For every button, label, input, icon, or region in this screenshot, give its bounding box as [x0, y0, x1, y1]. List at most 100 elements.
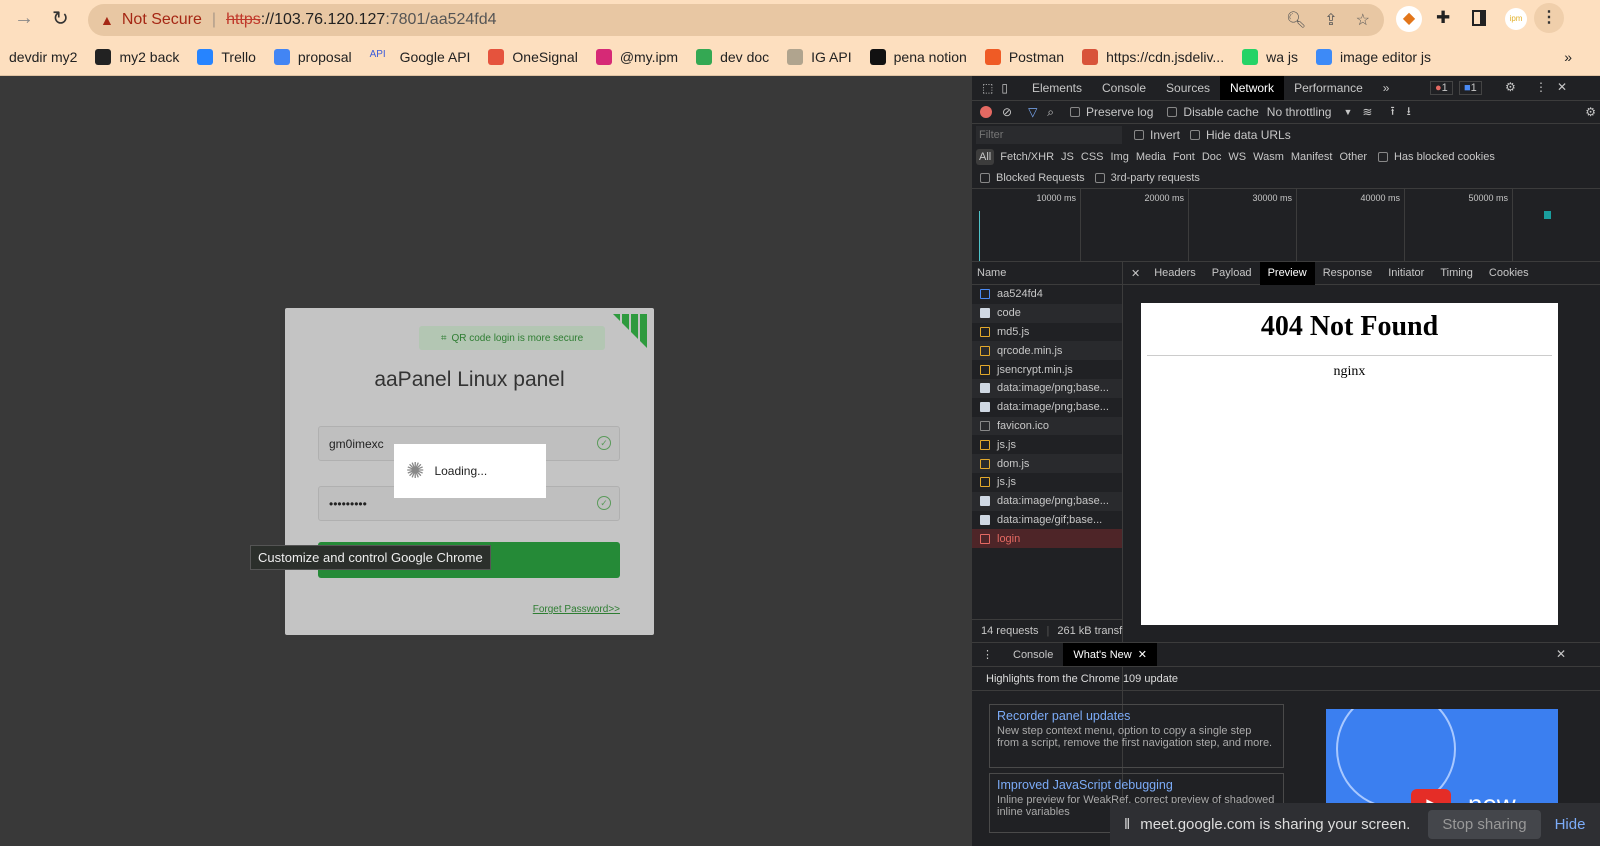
close-detail-icon[interactable]: ✕: [1131, 267, 1140, 280]
bookmark-item[interactable]: Trello: [197, 48, 256, 65]
drawer-menu-icon[interactable]: ⋮: [982, 648, 993, 661]
filter-input[interactable]: [976, 126, 1122, 144]
devtools-tab-5[interactable]: »: [1373, 76, 1400, 100]
type-filter-wasm[interactable]: Wasm: [1253, 151, 1284, 163]
error-count[interactable]: ●1: [1430, 81, 1453, 95]
message-count[interactable]: ■1: [1459, 81, 1482, 95]
detail-tab-cookies[interactable]: Cookies: [1481, 262, 1537, 285]
type-filter-fetch-xhr[interactable]: Fetch/XHR: [1000, 151, 1054, 163]
devtools-tab-0[interactable]: Elements: [1022, 76, 1092, 100]
metamask-extension-icon[interactable]: ◆: [1396, 6, 1422, 32]
disable-cache-checkbox[interactable]: [1167, 107, 1178, 117]
devtools-tab-2[interactable]: Sources: [1156, 76, 1220, 100]
more-icon[interactable]: ⋮: [1535, 80, 1547, 94]
bookmark-item[interactable]: IG API: [787, 48, 852, 65]
detail-tab-timing[interactable]: Timing: [1432, 262, 1481, 285]
type-filter-img[interactable]: Img: [1111, 151, 1129, 163]
export-har-icon[interactable]: ⭳: [1407, 102, 1411, 123]
card-title[interactable]: Improved JavaScript debugging: [997, 778, 1276, 792]
request-row[interactable]: login: [972, 529, 1122, 549]
type-filter-css[interactable]: CSS: [1081, 151, 1104, 163]
request-row[interactable]: data:image/png;base...: [972, 491, 1122, 511]
request-row[interactable]: data:image/png;base...: [972, 378, 1122, 398]
more-bookmarks-icon[interactable]: »: [1564, 49, 1572, 65]
bookmark-item[interactable]: https://cdn.jsdeliv...: [1082, 48, 1224, 65]
request-row[interactable]: md5.js: [972, 323, 1122, 342]
detail-tab-payload[interactable]: Payload: [1204, 262, 1260, 285]
request-row[interactable]: js.js: [972, 435, 1122, 454]
network-conditions-icon[interactable]: ≋: [1362, 105, 1372, 119]
search-icon[interactable]: ⌕: [1047, 105, 1054, 120]
bookmark-item[interactable]: devdir my2: [9, 49, 77, 65]
detail-tab-headers[interactable]: Headers: [1146, 262, 1204, 285]
stop-sharing-button[interactable]: Stop sharing: [1428, 810, 1541, 839]
profile-avatar[interactable]: ipm: [1505, 8, 1527, 30]
bookmark-item[interactable]: image editor js: [1315, 48, 1431, 65]
inspect-icon[interactable]: ⬚: [982, 81, 993, 95]
devtools-tab-4[interactable]: Performance: [1284, 76, 1373, 100]
has-blocked-cookies-checkbox[interactable]: [1377, 152, 1388, 162]
menu-kebab-icon[interactable]: ⋮: [1534, 3, 1564, 33]
type-filter-all[interactable]: All: [976, 149, 995, 165]
hide-button[interactable]: Hide: [1555, 816, 1586, 833]
type-filter-doc[interactable]: Doc: [1202, 151, 1222, 163]
request-row[interactable]: aa524fd4: [972, 285, 1122, 304]
request-row[interactable]: data:image/png;base...: [972, 398, 1122, 417]
qr-code-icon[interactable]: [613, 314, 649, 350]
filter-icon[interactable]: ▽: [1028, 105, 1037, 119]
bookmark-item[interactable]: wa js: [1242, 48, 1298, 65]
throttling-select[interactable]: No throttling: [1267, 105, 1332, 119]
import-har-icon[interactable]: ⭱: [1390, 102, 1394, 123]
type-filter-manifest[interactable]: Manifest: [1291, 151, 1333, 163]
type-filter-js[interactable]: JS: [1061, 151, 1074, 163]
request-row[interactable]: qrcode.min.js: [972, 341, 1122, 361]
type-filter-other[interactable]: Other: [1339, 151, 1367, 163]
reload-icon[interactable]: ↻: [52, 6, 69, 31]
record-icon[interactable]: [980, 106, 992, 118]
settings-icon[interactable]: ⚙: [1505, 80, 1516, 94]
card-title[interactable]: Recorder panel updates: [997, 709, 1276, 723]
devtools-tab-3[interactable]: Network: [1220, 76, 1285, 100]
share-icon[interactable]: ⇪: [1324, 10, 1337, 30]
bookmark-star-icon[interactable]: ☆: [1356, 10, 1370, 30]
preserve-log-checkbox[interactable]: [1070, 107, 1081, 117]
request-row[interactable]: jsencrypt.min.js: [972, 360, 1122, 379]
drawer-tab-1[interactable]: What's New ✕: [1063, 643, 1157, 666]
request-row[interactable]: code: [972, 303, 1122, 323]
request-row[interactable]: dom.js: [972, 454, 1122, 473]
bookmark-item[interactable]: dev doc: [696, 48, 769, 65]
devtools-tab-1[interactable]: Console: [1092, 76, 1156, 100]
type-filter-media[interactable]: Media: [1136, 151, 1166, 163]
close-tab-icon[interactable]: ✕: [1138, 648, 1147, 661]
blocked-requests-checkbox[interactable]: [980, 173, 990, 183]
type-filter-ws[interactable]: WS: [1228, 151, 1246, 163]
detail-tab-response[interactable]: Response: [1315, 262, 1381, 285]
side-panel-icon[interactable]: [1472, 10, 1486, 26]
forgot-password-link[interactable]: Forget Password>>: [533, 604, 620, 615]
detail-tab-preview[interactable]: Preview: [1259, 261, 1315, 285]
bookmark-item[interactable]: Postman: [984, 48, 1064, 65]
bookmark-item[interactable]: @my.ipm: [595, 48, 678, 65]
whats-new-card[interactable]: Recorder panel updates New step context m…: [989, 704, 1284, 768]
request-row[interactable]: data:image/gif;base...: [972, 511, 1122, 530]
bookmark-item[interactable]: API Google API: [370, 49, 471, 65]
close-devtools-icon[interactable]: ✕: [1557, 80, 1567, 94]
zoom-icon[interactable]: 🔍︎: [1286, 10, 1306, 30]
bookmark-item[interactable]: my2 back: [95, 48, 179, 65]
bookmark-item[interactable]: proposal: [273, 48, 352, 65]
hide-data-urls-checkbox[interactable]: [1190, 130, 1201, 140]
request-row[interactable]: js.js: [972, 473, 1122, 492]
request-row[interactable]: favicon.ico: [972, 416, 1122, 436]
extensions-icon[interactable]: ✚: [1436, 8, 1450, 28]
forward-icon[interactable]: →: [14, 7, 34, 30]
type-filter-font[interactable]: Font: [1173, 151, 1195, 163]
drawer-tab-0[interactable]: Console: [1003, 643, 1063, 666]
invert-checkbox[interactable]: [1134, 130, 1144, 140]
name-column-header[interactable]: Name: [972, 262, 1122, 285]
third-party-checkbox[interactable]: [1094, 173, 1105, 183]
whats-new-video[interactable]: ▶ new: [1326, 709, 1558, 809]
device-icon[interactable]: ▯: [1001, 81, 1008, 95]
bookmark-item[interactable]: pena notion: [869, 48, 967, 65]
qr-hint[interactable]: ⌗ QR code login is more secure: [419, 326, 605, 350]
close-drawer-icon[interactable]: ✕: [1556, 647, 1566, 661]
